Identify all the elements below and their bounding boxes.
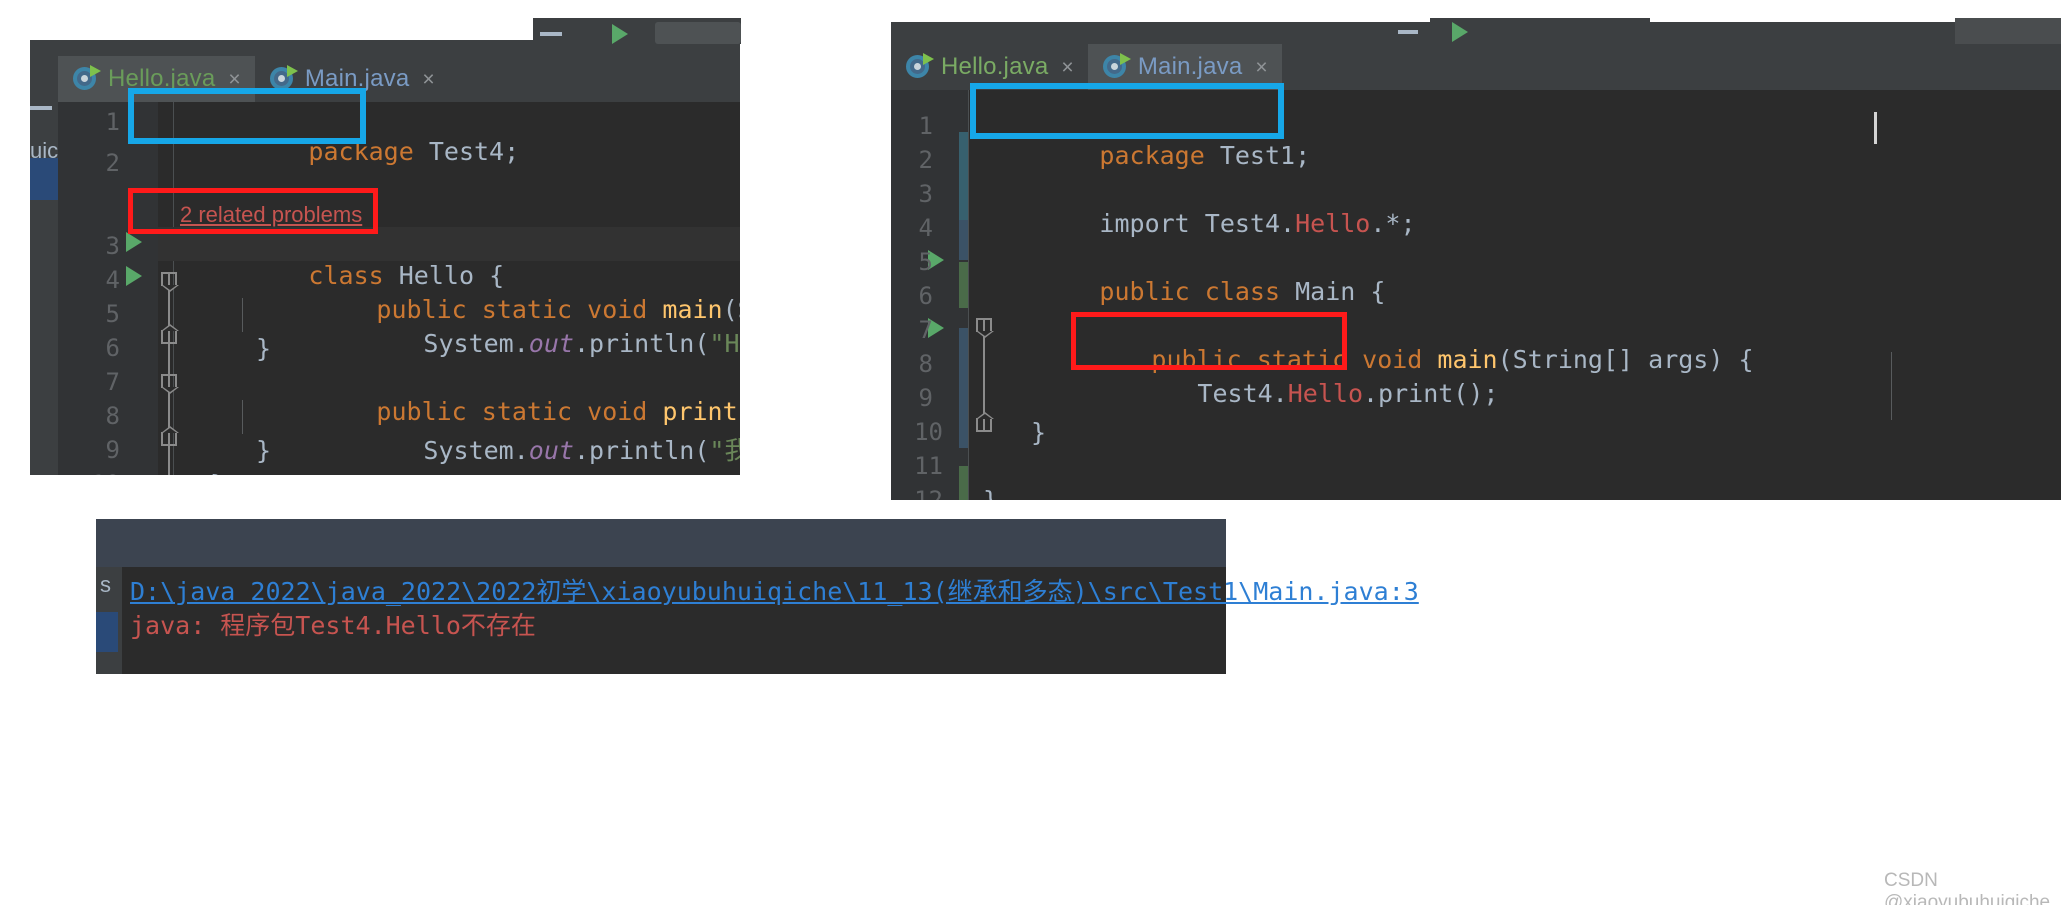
- code-line-10: }: [1031, 418, 1047, 447]
- line-number: 4: [918, 214, 933, 242]
- code-line-9: }: [256, 436, 272, 465]
- indent-guide: [242, 400, 243, 434]
- line-number: 6: [918, 282, 933, 310]
- left-editor-window: uic Hello.java × Main.java × 2 related p…: [30, 40, 740, 475]
- code-line-1: package Test4;: [308, 137, 520, 166]
- close-icon[interactable]: ×: [228, 69, 240, 90]
- vcs-change-bar[interactable]: [959, 328, 968, 448]
- related-problems-hint[interactable]: 2 related problems: [180, 202, 362, 228]
- line-number: 8: [105, 402, 120, 430]
- code-line-10: }: [210, 470, 225, 475]
- run-config-chip[interactable]: [655, 22, 741, 44]
- right-editor-area[interactable]: 1 2 3 4 5 6 7 8 9 10 11 12 13 package Te…: [891, 90, 2061, 500]
- token-package-name: Test4: [428, 137, 505, 166]
- right-run-button-icon[interactable]: [1452, 22, 1468, 42]
- java-class-icon: [905, 52, 934, 81]
- line-number: 1: [918, 112, 933, 140]
- run-button-icon[interactable]: [612, 24, 628, 44]
- line-number: 4: [105, 266, 120, 294]
- console-error-link[interactable]: D:\java 2022\java_2022\2022初学\xiaoyubuhu…: [130, 572, 1419, 608]
- fold-marker-close[interactable]: [161, 426, 179, 446]
- tab-label: Main.java: [1137, 53, 1243, 80]
- tab-main-java[interactable]: Main.java ×: [1087, 44, 1282, 90]
- right-minimize-icon[interactable]: [1398, 30, 1418, 34]
- java-class-icon: [269, 64, 298, 93]
- vcs-change-bar[interactable]: [959, 262, 968, 308]
- line-number: 3: [918, 180, 933, 208]
- line-number: 7: [918, 316, 933, 344]
- left-editor-area[interactable]: 2 related problems 1 2 3 4 5 6 7 8 9 10 …: [58, 102, 740, 475]
- collapse-dash-icon[interactable]: [30, 106, 52, 110]
- tab-label: Hello.java: [941, 53, 1049, 80]
- fold-marker-open[interactable]: [161, 374, 179, 394]
- indent-guide: [1891, 352, 1892, 420]
- code-line-8: Test4.Hello.print();: [1197, 379, 1499, 408]
- line-number: 11: [914, 452, 943, 480]
- console-sidebar-fragment: s: [100, 572, 111, 597]
- tab-label: Hello.java: [108, 65, 216, 92]
- code-line-12: }: [983, 486, 998, 500]
- gutter-divider: [968, 90, 969, 500]
- line-number: 10: [914, 418, 943, 446]
- vcs-change-bar[interactable]: [959, 220, 968, 260]
- line-number: 2: [105, 149, 120, 177]
- line-number: 6: [105, 334, 120, 362]
- console-sidebar-selection: [96, 612, 118, 652]
- left-toolwindow-selection: [30, 158, 58, 200]
- right-window-controls[interactable]: [1955, 18, 2061, 44]
- code-line-8: System.out.println("我是Test4包的");: [423, 436, 740, 465]
- token-keyword: package: [308, 137, 414, 166]
- tab-main-java[interactable]: Main.java ×: [254, 56, 449, 102]
- line-number: 3: [105, 232, 120, 260]
- tab-hello-java[interactable]: Hello.java ×: [891, 44, 1088, 90]
- code-line-6: }: [256, 334, 272, 363]
- line-number: 2: [918, 146, 933, 174]
- line-number: 1: [105, 108, 120, 136]
- left-toolwindow-strip: [30, 56, 58, 475]
- line-number: 7: [105, 368, 120, 396]
- watermark-text: CSDN @xiaoyubuhuiqiche: [1884, 870, 2051, 905]
- run-gutter-icon[interactable]: [126, 266, 142, 286]
- line-number: 5: [105, 300, 120, 328]
- fold-marker-close[interactable]: [161, 324, 179, 344]
- vcs-change-bar[interactable]: [959, 466, 968, 500]
- line-number: 8: [918, 350, 933, 378]
- vcs-change-bar[interactable]: [959, 132, 968, 220]
- fold-marker-open[interactable]: [161, 272, 179, 292]
- console-error-message: java: 程序包Test4.Hello不存在: [130, 611, 536, 640]
- close-icon[interactable]: ×: [1255, 57, 1267, 78]
- tab-hello-java[interactable]: Hello.java ×: [58, 56, 255, 102]
- right-tabbar: Hello.java × Main.java ×: [891, 44, 2061, 90]
- run-gutter-icon[interactable]: [126, 232, 142, 252]
- text-caret: [1874, 112, 1877, 144]
- java-class-icon: [1102, 52, 1131, 81]
- right-editor-window: Hello.java × Main.java × 1 2 3 4 5 6 7 8…: [891, 22, 2061, 500]
- tab-label: Main.java: [304, 65, 410, 92]
- close-icon[interactable]: ×: [422, 69, 434, 90]
- line-number: 9: [918, 384, 933, 412]
- minimize-icon[interactable]: [540, 32, 562, 36]
- left-tabbar: Hello.java × Main.java ×: [58, 56, 740, 102]
- close-icon[interactable]: ×: [1061, 57, 1073, 78]
- line-number: 9: [105, 436, 120, 464]
- java-class-icon: [72, 64, 101, 93]
- screenshot-root: uic Hello.java × Main.java × 2 related p…: [0, 0, 2061, 905]
- line-number: 12: [914, 486, 943, 500]
- line-number: 10: [58, 470, 120, 475]
- left-sidebar-fragment: uic: [30, 138, 59, 163]
- line-number: 5: [918, 248, 933, 276]
